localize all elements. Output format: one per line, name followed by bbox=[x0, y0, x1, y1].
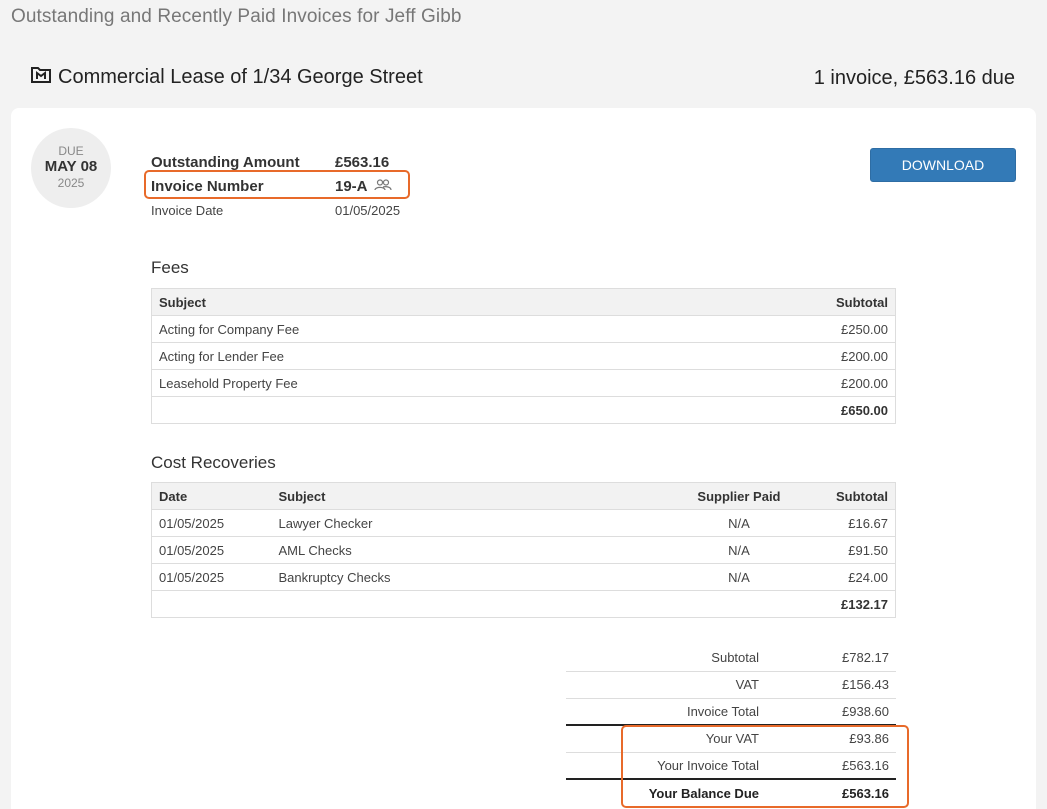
totals-row: Subtotal £782.17 bbox=[566, 644, 896, 672]
invoice-total-value: £938.60 bbox=[766, 698, 896, 726]
fee-subtotal: £200.00 bbox=[745, 369, 896, 397]
cost-date: 01/05/2025 bbox=[151, 509, 272, 537]
invoice-total-label: Invoice Total bbox=[566, 698, 766, 726]
download-button[interactable]: DOWNLOAD bbox=[870, 148, 1016, 182]
costs-title: Cost Recoveries bbox=[151, 453, 276, 472]
vat-value: £156.43 bbox=[766, 671, 896, 699]
fee-subject: Acting for Company Fee bbox=[151, 315, 746, 343]
fees-title: Fees bbox=[151, 258, 189, 277]
cost-supplier-paid: N/A bbox=[657, 563, 788, 591]
outstanding-value: £563.16 bbox=[335, 153, 390, 171]
highlight-invoice-number bbox=[144, 170, 410, 199]
cost-subject: Lawyer Checker bbox=[271, 509, 658, 537]
outstanding-label: Outstanding Amount bbox=[151, 153, 300, 171]
fee-subject: Leasehold Property Fee bbox=[151, 369, 746, 397]
costs-table: Date Subject Supplier Paid Subtotal 01/0… bbox=[151, 482, 896, 618]
cost-subject: Bankruptcy Checks bbox=[271, 563, 658, 591]
cost-date: 01/05/2025 bbox=[151, 536, 272, 564]
fees-total-row: £650.00 bbox=[151, 396, 896, 424]
cost-subtotal: £16.67 bbox=[787, 509, 896, 537]
table-row: Acting for Company Fee £250.00 bbox=[151, 315, 896, 343]
totals-row: VAT £156.43 bbox=[566, 671, 896, 699]
cost-date: 01/05/2025 bbox=[151, 563, 272, 591]
due-year: 2025 bbox=[57, 176, 85, 190]
table-row: Acting for Lender Fee £200.00 bbox=[151, 342, 896, 370]
fees-header-subtotal: Subtotal bbox=[745, 288, 896, 316]
matter-header: Commercial Lease of 1/34 George Street bbox=[31, 65, 423, 89]
due-label: DUE bbox=[58, 144, 84, 158]
table-row: 01/05/2025 AML Checks N/A £91.50 bbox=[151, 536, 896, 564]
invoice-summary: 1 invoice, £563.16 due bbox=[813, 67, 1015, 89]
fees-total: £650.00 bbox=[745, 396, 896, 424]
fee-subject: Acting for Lender Fee bbox=[151, 342, 746, 370]
totals-row: Invoice Total £938.60 bbox=[566, 698, 896, 726]
cost-subtotal: £24.00 bbox=[787, 563, 896, 591]
invoice-date-value: 01/05/2025 bbox=[335, 202, 401, 218]
costs-header-subject: Subject bbox=[271, 482, 658, 510]
due-date-badge: DUE MAY 08 2025 bbox=[31, 128, 111, 208]
page-title: Outstanding and Recently Paid Invoices f… bbox=[11, 6, 462, 27]
matter-title: Commercial Lease of 1/34 George Street bbox=[58, 65, 423, 88]
table-row: Leasehold Property Fee £200.00 bbox=[151, 369, 896, 397]
vat-label: VAT bbox=[566, 671, 766, 699]
fees-table: Subject Subtotal Acting for Company Fee … bbox=[151, 288, 896, 424]
costs-total: £132.17 bbox=[787, 590, 896, 618]
fee-subtotal: £250.00 bbox=[745, 315, 896, 343]
cost-subtotal: £91.50 bbox=[787, 536, 896, 564]
cost-supplier-paid: N/A bbox=[657, 509, 788, 537]
costs-total-row: £132.17 bbox=[151, 590, 896, 618]
cost-subject: AML Checks bbox=[271, 536, 658, 564]
invoice-date-label: Invoice Date bbox=[151, 202, 224, 218]
table-row: 01/05/2025 Bankruptcy Checks N/A £24.00 bbox=[151, 563, 896, 591]
subtotal-value: £782.17 bbox=[766, 644, 896, 672]
fees-header-row: Subject Subtotal bbox=[151, 288, 896, 316]
costs-header-subtotal: Subtotal bbox=[787, 482, 896, 510]
invoice-card: DUE MAY 08 2025 Outstanding Amount £563.… bbox=[11, 108, 1036, 809]
subtotal-label: Subtotal bbox=[566, 644, 766, 672]
costs-header-row: Date Subject Supplier Paid Subtotal bbox=[151, 482, 896, 510]
highlight-your-totals bbox=[621, 725, 909, 808]
matter-icon bbox=[31, 65, 51, 89]
costs-header-supplier-paid: Supplier Paid bbox=[657, 482, 788, 510]
fees-header-subject: Subject bbox=[151, 288, 746, 316]
table-row: 01/05/2025 Lawyer Checker N/A £16.67 bbox=[151, 509, 896, 537]
cost-supplier-paid: N/A bbox=[657, 536, 788, 564]
due-day: MAY 08 bbox=[44, 158, 98, 175]
costs-header-date: Date bbox=[151, 482, 272, 510]
fee-subtotal: £200.00 bbox=[745, 342, 896, 370]
